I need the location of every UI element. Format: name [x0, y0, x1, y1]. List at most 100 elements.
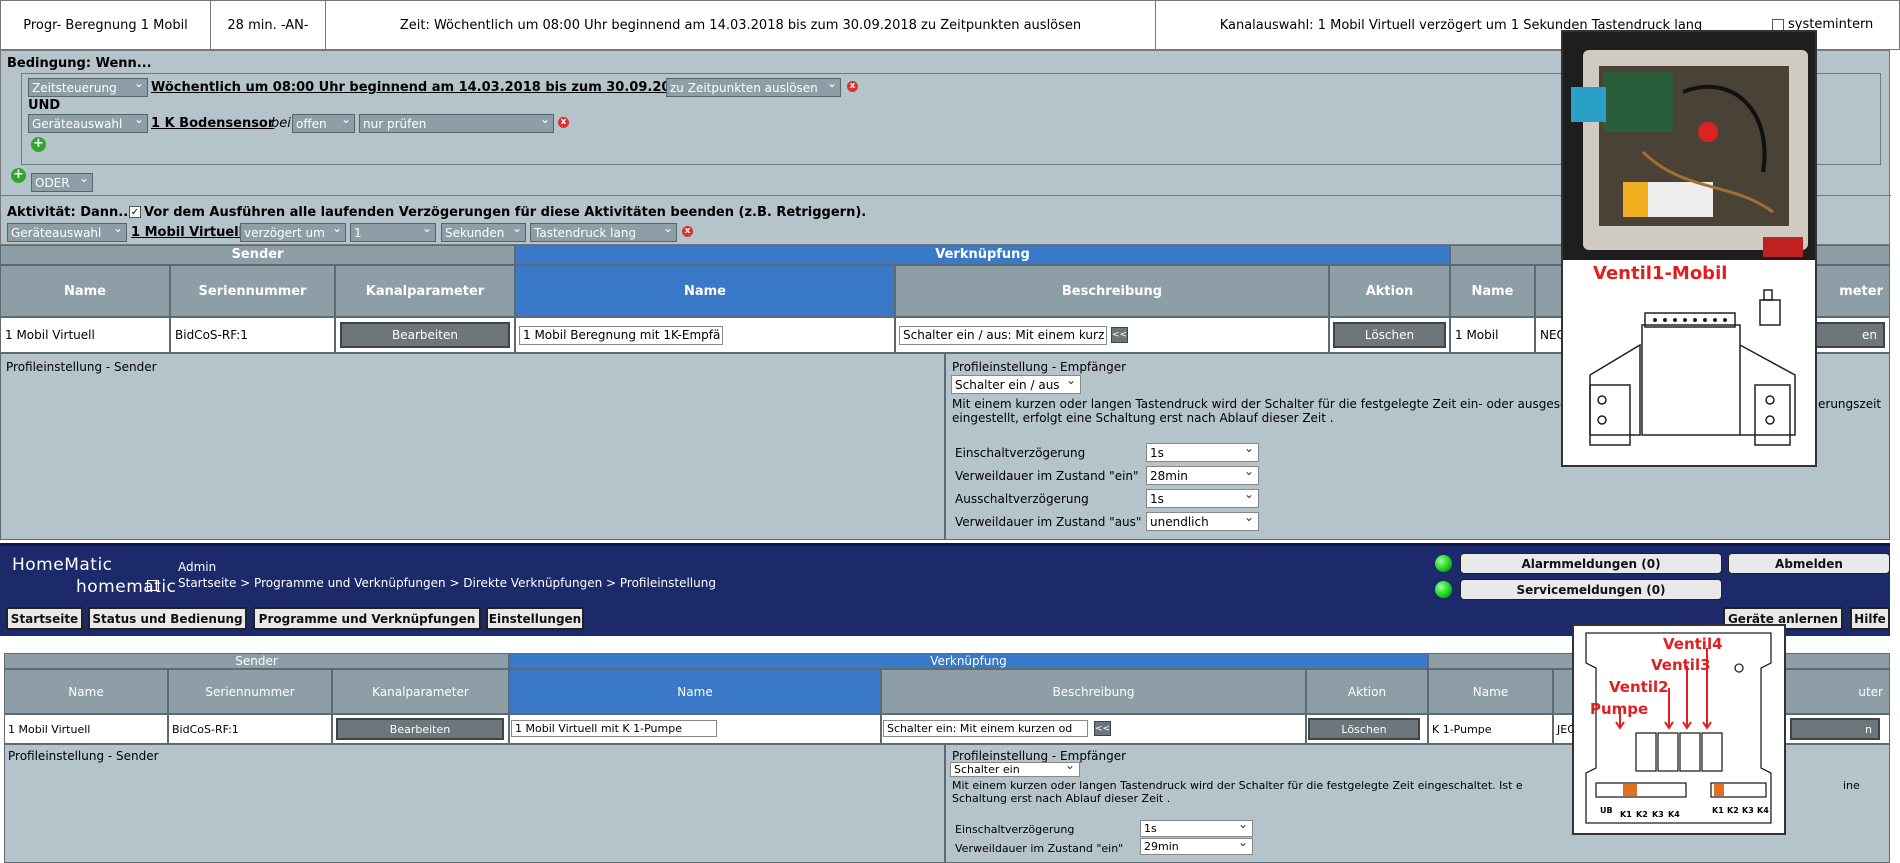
condition-heading: Bedingung: Wenn...: [7, 56, 152, 71]
valve1-drawing-svg: [1589, 289, 1796, 446]
relay-terminal-k2b: K2: [1727, 806, 1739, 815]
activity-delay-input[interactable]: 1: [350, 223, 436, 242]
delete-condition2-icon[interactable]: x: [558, 117, 569, 128]
table1-linkname-input[interactable]: 1 Mobil Beregnung mit 1K-Empfä: [519, 326, 723, 345]
service-status-icon: [1435, 581, 1452, 598]
oder-select[interactable]: ODER: [31, 173, 93, 192]
table2-col-linkname: Name: [509, 669, 881, 714]
condition-device-select[interactable]: Geräteauswahl: [28, 114, 148, 133]
table2-linkname-input[interactable]: 1 Mobil Virtuell mit K 1-Pumpe: [511, 720, 717, 737]
activity-key-select[interactable]: Tastendruck lang: [530, 223, 677, 242]
table1-col-action: Aktion: [1329, 265, 1450, 317]
relay-terminal-k4: K4: [1668, 810, 1680, 819]
table2-delete-button[interactable]: Löschen: [1308, 718, 1420, 740]
breadcrumb[interactable]: Startseite > Programme und Verknüpfungen…: [178, 576, 716, 590]
profile1-param-select-1[interactable]: 28min: [1146, 466, 1259, 485]
condition-trigger-select[interactable]: zu Zeitpunkten auslösen: [666, 78, 841, 97]
relay-terminal-k1: K1: [1620, 810, 1632, 819]
und-label: UND: [28, 98, 61, 113]
profile1-param-label-3: Verweildauer im Zustand "aus": [955, 515, 1142, 529]
table1-delete-button[interactable]: Löschen: [1333, 322, 1446, 348]
valve1-photo: [1563, 32, 1815, 260]
profile2-param-select-1[interactable]: 29min: [1140, 838, 1253, 855]
delete-activity-icon[interactable]: x: [682, 226, 693, 237]
relay-label-pumpe: Pumpe: [1590, 700, 1649, 718]
activity-unit-select[interactable]: Sekunden: [441, 223, 526, 242]
retrigger-checkbox[interactable]: ✓: [129, 206, 141, 218]
delete-condition-icon[interactable]: x: [847, 81, 858, 92]
help-button[interactable]: Hilfe: [1850, 607, 1890, 630]
profile1-sender-label: Profileinstellung - Sender: [6, 360, 157, 374]
program-name-text: Progr- Beregnung 1 Mobil: [23, 17, 188, 33]
user-label: Admin: [178, 560, 217, 574]
table2-verknuepfung-header: Verknüpfung: [509, 653, 1428, 669]
profile1-desc-line2: eingestellt, erfolgt eine Schaltung erst…: [952, 411, 1334, 425]
profile1-desc-line1: Mit einem kurzen oder langen Tastendruck…: [952, 397, 1567, 411]
logout-button[interactable]: Abmelden: [1728, 553, 1890, 574]
profile1-param-select-3[interactable]: unendlich: [1146, 512, 1259, 531]
table1-expand-button[interactable]: <<: [1111, 327, 1128, 343]
table1-col-name: Name: [0, 265, 170, 317]
table2-col-desc: Beschreibung: [881, 669, 1306, 714]
nav-settings-button[interactable]: Einstellungen: [486, 607, 584, 630]
table2-row-recvname: K 1-Pumpe: [1428, 714, 1553, 744]
activity-heading: Aktivität: Dann...: [7, 205, 134, 220]
table2-desc-input[interactable]: Schalter ein: Mit einem kurzen od: [883, 720, 1088, 737]
table1-col-recvname: Name: [1450, 265, 1535, 317]
add-or-icon[interactable]: +: [11, 168, 26, 183]
table2-expand-button[interactable]: <<: [1094, 721, 1111, 736]
table2-col-recvname: Name: [1428, 669, 1553, 714]
profile1-param-select-2[interactable]: 1s: [1146, 489, 1259, 508]
table1-row-name: 1 Mobil Virtuell: [0, 317, 170, 353]
homematic-logo-top: HomeMatic: [12, 555, 113, 575]
condition-state-select[interactable]: offen: [292, 114, 355, 133]
service-messages-button[interactable]: Servicemeldungen (0): [1460, 579, 1722, 600]
table2-edit-button[interactable]: Bearbeiten: [336, 718, 504, 740]
condition-type-select[interactable]: Zeitsteuerung: [28, 78, 148, 97]
valve1-photo-svg: [1563, 32, 1815, 260]
nav-programs-button[interactable]: Programme und Verknüpfungen: [253, 607, 481, 630]
condition-time-link[interactable]: Wöchentlich um 08:00 Uhr beginnend am 14…: [151, 80, 689, 95]
valve1-title: Ventil1-Mobil: [1593, 263, 1728, 284]
table2-col-channel: Kanalparameter: [332, 669, 509, 714]
profile2-param-select-0[interactable]: 1s: [1140, 820, 1253, 837]
profile1-type-select[interactable]: Schalter ein / aus: [951, 375, 1081, 394]
alarm-status-icon: [1435, 555, 1452, 572]
condition-check-select[interactable]: nur prüfen: [359, 114, 554, 133]
retrigger-label: Vor dem Ausführen alle laufenden Verzöge…: [144, 205, 867, 220]
table1-col-serial: Seriennummer: [170, 265, 335, 317]
profile2-desc-line1: Mit einem kurzen oder langen Tastendruck…: [952, 779, 1523, 792]
relay-terminal-ub: UB: [1600, 806, 1613, 815]
nav-status-button[interactable]: Status und Bedienung: [88, 607, 247, 630]
profile1-param-label-0: Einschaltverzögerung: [955, 446, 1086, 460]
activity-device-link[interactable]: 1 Mobil Virtuell: [131, 225, 243, 240]
activity-delay-select[interactable]: verzögert um: [240, 223, 346, 242]
profile1-sender-panel: [0, 353, 945, 540]
profile2-type-select[interactable]: Schalter ein: [950, 762, 1080, 777]
activity-device-select[interactable]: Geräteauswahl: [7, 223, 127, 242]
profile2-desc-tail: ine: [1843, 779, 1860, 792]
relay-label-ventil2: Ventil2: [1609, 678, 1669, 696]
profile2-param-label-0: Einschaltverzögerung: [955, 823, 1075, 836]
table1-row-recvname: 1 Mobil: [1450, 317, 1535, 353]
homematic-logo-icon: [147, 580, 159, 591]
alarm-messages-button[interactable]: Alarmmeldungen (0): [1460, 553, 1722, 574]
table1-col-linkname: Name: [515, 265, 895, 317]
profile1-param-select-0[interactable]: 1s: [1146, 443, 1259, 462]
table2-row-serial: BidCoS-RF:1: [168, 714, 332, 744]
condition-device-link[interactable]: 1 K Bodensensor: [151, 116, 274, 131]
profile2-recv-label: Profileinstellung - Empfänger: [952, 749, 1127, 763]
nav-startseite-button[interactable]: Startseite: [6, 607, 83, 630]
table1-desc-input[interactable]: Schalter ein / aus: Mit einem kurz: [899, 326, 1107, 345]
profile1-desc-tail: erungszeit: [1818, 397, 1882, 411]
table2-row-name: 1 Mobil Virtuell: [4, 714, 168, 744]
table2-recv-button[interactable]: n: [1790, 718, 1880, 740]
profile1-param-label-1: Verweildauer im Zustand "ein": [955, 469, 1139, 483]
program-name: Progr- Beregnung 1 Mobil: [1, 1, 211, 49]
table1-sender-header: Sender: [0, 245, 515, 265]
add-condition-icon[interactable]: +: [31, 137, 46, 152]
table1-edit-button[interactable]: Bearbeiten: [340, 322, 510, 348]
table1-col-desc: Beschreibung: [895, 265, 1329, 317]
program-time: Zeit: Wöchentlich um 08:00 Uhr beginnend…: [326, 1, 1156, 49]
relay-terminal-k3: K3: [1652, 810, 1664, 819]
